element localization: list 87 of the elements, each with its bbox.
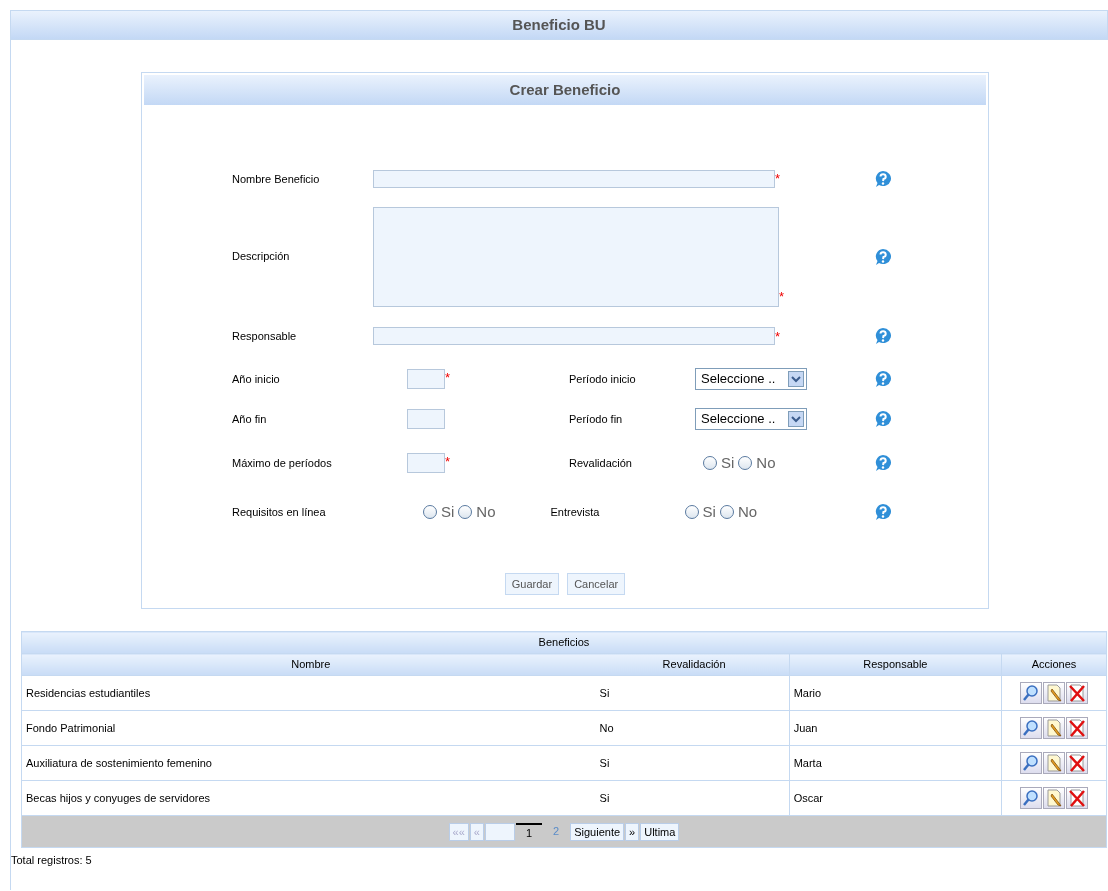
field-label: Requisitos en línea xyxy=(232,504,327,520)
pager-button[interactable]: Siguiente xyxy=(570,822,625,841)
help-icon xyxy=(874,502,892,521)
table-cell: Becas hijos y conyuges de servidores xyxy=(21,780,600,816)
delete-button[interactable] xyxy=(1066,787,1089,809)
edit-button[interactable] xyxy=(1043,787,1066,809)
table-cell: No xyxy=(599,710,790,746)
table-cell: Oscar xyxy=(789,780,1002,816)
column-header: Responsable xyxy=(789,653,1002,676)
radio-button[interactable] xyxy=(684,504,699,519)
delete-button[interactable] xyxy=(1066,682,1089,704)
radio-label: Si xyxy=(702,501,716,522)
form-title: Crear Beneficio xyxy=(509,79,621,100)
pager-button[interactable]: Ultima xyxy=(640,822,680,841)
field-label: Responsable xyxy=(232,329,298,344)
field-label: Revalidación xyxy=(569,456,633,471)
text-field[interactable] xyxy=(373,327,775,346)
radio-label: No xyxy=(756,453,776,473)
number-field[interactable] xyxy=(407,409,445,429)
field-label: Nombre Beneficio xyxy=(232,171,321,187)
edit-icon xyxy=(1044,788,1065,808)
number-field[interactable] xyxy=(407,453,445,474)
help-icon xyxy=(874,410,892,428)
radio-button[interactable] xyxy=(703,456,717,471)
required-mark: * xyxy=(779,288,786,306)
radio-button[interactable] xyxy=(423,504,437,519)
help-icon xyxy=(874,370,892,388)
required-mark: * xyxy=(445,453,452,471)
help-icon xyxy=(874,454,892,473)
help-icon xyxy=(874,327,892,346)
edit-button[interactable] xyxy=(1043,752,1066,774)
column-header: Revalidación xyxy=(599,653,790,676)
field-label: Descripción xyxy=(232,249,291,265)
total-count: Total registros: 5 xyxy=(11,853,93,868)
number-field[interactable] xyxy=(407,369,445,389)
select-field[interactable]: Seleccione .. xyxy=(695,408,807,430)
table-cell: Marta xyxy=(789,745,1002,781)
table-cell: Si xyxy=(599,745,790,781)
page-link[interactable]: 1 xyxy=(515,822,543,841)
radio-label: Si xyxy=(441,501,455,522)
delete-button[interactable] xyxy=(1066,752,1089,774)
field-label: Máximo de períodos xyxy=(232,456,333,471)
field-label: Período fin xyxy=(569,411,624,427)
column-header: Nombre xyxy=(21,653,600,676)
radio-button[interactable] xyxy=(719,504,734,519)
table-cell: Mario xyxy=(789,675,1002,711)
view-button[interactable] xyxy=(1020,752,1043,774)
delete-icon xyxy=(1067,753,1088,773)
edit-icon xyxy=(1044,718,1065,738)
edit-button[interactable] xyxy=(1043,682,1066,704)
table-cell: Juan xyxy=(789,710,1002,746)
select-field[interactable]: Seleccione .. xyxy=(695,368,807,390)
pager-button[interactable]: » xyxy=(625,822,640,841)
help-icon xyxy=(874,169,892,188)
required-mark: * xyxy=(775,170,782,188)
save-button[interactable]: Guardar xyxy=(504,573,560,595)
cancel-button[interactable]: Cancelar xyxy=(567,573,626,595)
table-cell: Si xyxy=(599,675,790,711)
edit-icon xyxy=(1044,753,1065,773)
radio-label: No xyxy=(476,501,496,522)
delete-icon xyxy=(1067,718,1088,738)
required-mark: * xyxy=(775,327,782,346)
radio-label: No xyxy=(737,501,758,522)
field-label: Año inicio xyxy=(232,371,281,387)
delete-icon xyxy=(1067,788,1088,808)
radio-button[interactable] xyxy=(458,504,473,519)
field-label: Período inicio xyxy=(569,371,637,387)
radio-label: Si xyxy=(721,453,735,473)
delete-button[interactable] xyxy=(1066,717,1089,739)
table-cell: Auxiliatura de sostenimiento femenino xyxy=(21,745,600,781)
edit-button[interactable] xyxy=(1043,717,1066,739)
view-button[interactable] xyxy=(1020,787,1043,809)
table-cell: Si xyxy=(599,780,790,816)
help-icon xyxy=(874,247,892,266)
text-field[interactable] xyxy=(373,169,775,188)
required-mark: * xyxy=(445,369,452,387)
table-cell: Fondo Patrimonial xyxy=(21,710,600,746)
view-button[interactable] xyxy=(1020,717,1043,739)
radio-button[interactable] xyxy=(738,456,753,471)
field-label: Año fin xyxy=(232,411,268,427)
table-cell: Residencias estudiantiles xyxy=(21,675,600,711)
delete-icon xyxy=(1067,683,1088,703)
edit-icon xyxy=(1044,683,1065,703)
table-title: Beneficios xyxy=(21,631,1107,654)
field-label: Entrevista xyxy=(550,504,601,520)
page-title: Beneficio BU xyxy=(512,14,606,35)
view-button[interactable] xyxy=(1020,682,1043,704)
